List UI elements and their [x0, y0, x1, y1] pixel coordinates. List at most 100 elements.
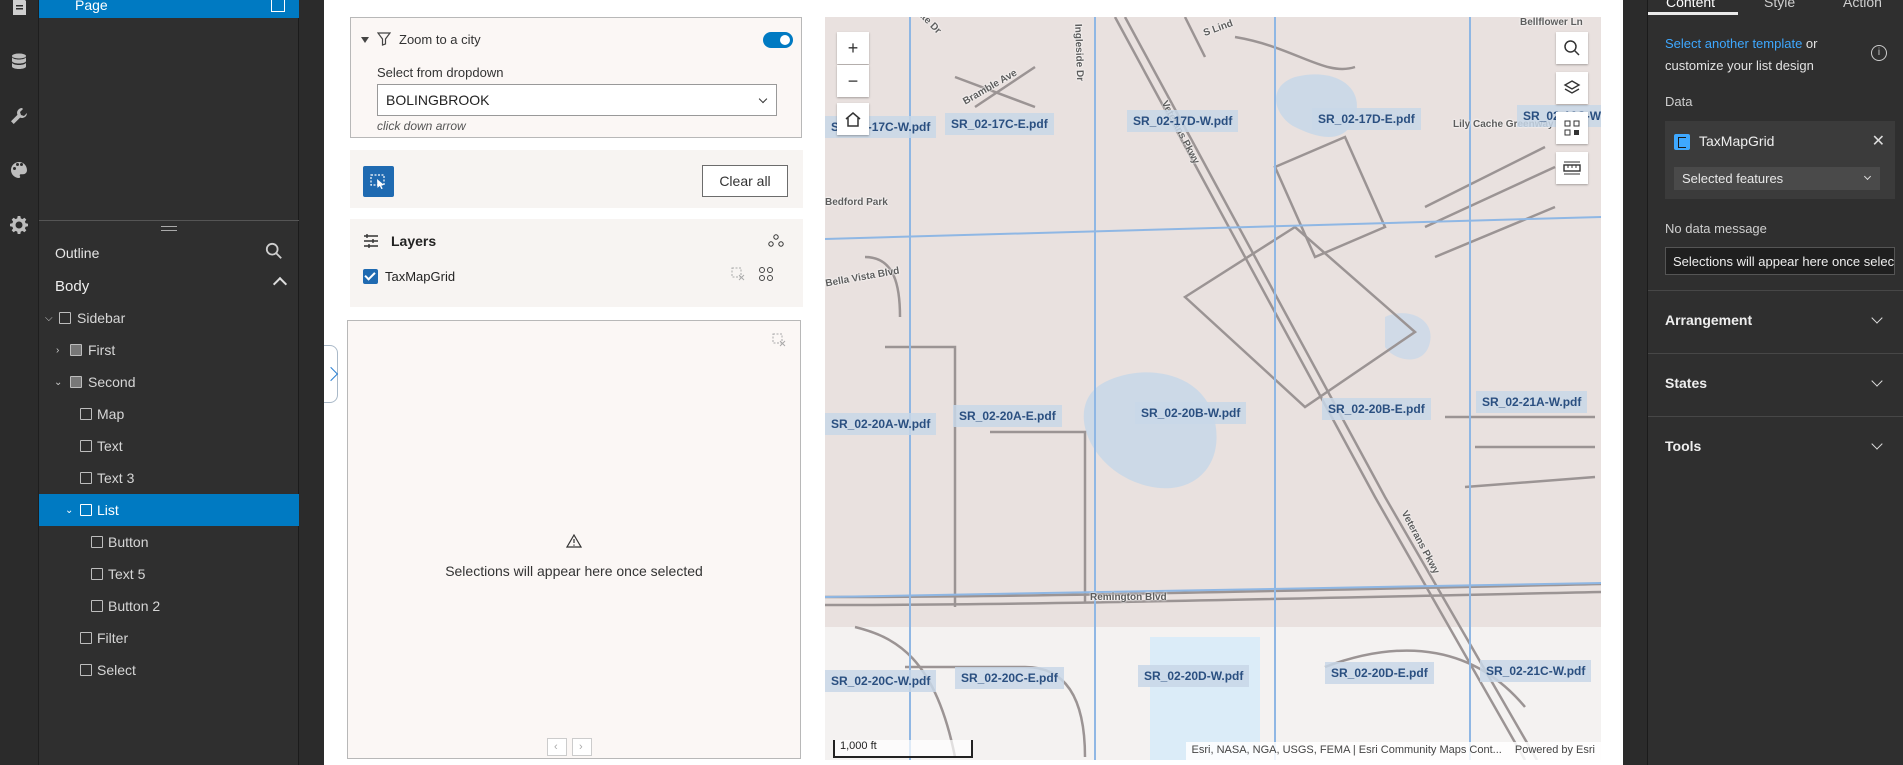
palette-icon[interactable] — [5, 156, 33, 184]
street-label: Ingleside Dr — [1072, 23, 1086, 82]
list-icon — [80, 504, 92, 516]
tab-style[interactable]: Style — [1764, 0, 1795, 10]
tree-item-filter[interactable]: Filter — [39, 622, 299, 654]
resize-handle[interactable] — [161, 226, 177, 231]
layer-checkbox[interactable] — [363, 269, 378, 284]
page-outline-panel: Page Outline Body ⌵ Sidebar › First ⌄ Se… — [39, 0, 299, 765]
tile-label: SR_02-20C-E.pdf — [955, 667, 1064, 689]
tree-item-map[interactable]: Map — [39, 398, 299, 430]
chevron-down-icon[interactable] — [1871, 312, 1883, 324]
tile-label: SR_02-20D-E.pdf — [1325, 662, 1434, 684]
filter-toggle[interactable] — [763, 32, 793, 48]
search-icon — [1564, 40, 1580, 56]
clear-selection-icon[interactable] — [731, 267, 745, 286]
info-icon[interactable]: i — [1871, 45, 1887, 61]
tree-item-text-5[interactable]: Text 5 — [39, 558, 299, 590]
canvas: Zoom to a city Select from dropdown BOLI… — [299, 0, 1647, 765]
select-hint: click down arrow — [377, 119, 466, 133]
layer-options-icon[interactable] — [767, 232, 785, 255]
layer-list-button[interactable] — [1556, 72, 1588, 104]
page-row[interactable]: Page — [39, 0, 299, 18]
layers-icon — [1563, 80, 1581, 94]
settings-panel: Content Style Action Select another temp… — [1647, 0, 1903, 765]
zoom-out-button[interactable]: − — [837, 65, 869, 97]
section-tools[interactable]: Tools — [1665, 438, 1701, 454]
collapse-triangle-icon[interactable] — [361, 37, 369, 43]
filter-icon — [376, 32, 392, 51]
measure-button[interactable] — [1556, 152, 1588, 184]
no-data-label: No data message — [1665, 221, 1767, 236]
tree-item-sidebar[interactable]: ⌵ Sidebar — [39, 302, 299, 334]
chevron-down-icon[interactable] — [1871, 438, 1883, 450]
prev-page-button[interactable]: ‹ — [547, 738, 567, 756]
tile-label: SR_02-20A-E.pdf — [953, 405, 1062, 427]
data-icon[interactable] — [5, 48, 33, 76]
data-label: Data — [1665, 94, 1693, 109]
clear-all-button[interactable]: Clear all — [702, 165, 788, 197]
plus-icon: + — [847, 37, 859, 58]
map-search-button[interactable] — [1556, 32, 1588, 64]
tree-item-button[interactable]: Button — [39, 526, 299, 558]
datasource-card: TaxMapGrid ✕ Selected features — [1665, 121, 1895, 199]
minus-icon: − — [847, 70, 859, 91]
tree-item-select[interactable]: Select — [39, 654, 299, 686]
search-icon[interactable] — [265, 242, 283, 265]
warning-icon — [565, 533, 583, 553]
page-icon[interactable] — [5, 0, 33, 20]
select-features-button[interactable] — [1556, 112, 1588, 144]
section-states[interactable]: States — [1665, 375, 1707, 391]
collapse-icon[interactable] — [272, 276, 288, 292]
section-divider — [1648, 353, 1903, 354]
outline-body[interactable]: Body — [39, 270, 299, 302]
filter-widget: Zoom to a city Select from dropdown BOLI… — [350, 17, 802, 138]
tile-label: SR_02-20A-W.pdf — [825, 413, 937, 435]
tile-label: SR_02-17C-E.pdf — [945, 113, 1054, 135]
home-button[interactable] — [837, 103, 869, 135]
button-icon — [91, 536, 103, 548]
tab-content[interactable]: Content — [1666, 0, 1715, 10]
chevron-down-icon[interactable]: ⌄ — [54, 377, 62, 388]
outline-title: Outline — [55, 245, 100, 261]
no-data-input[interactable]: Selections will appear here once selecte… — [1665, 247, 1895, 275]
tree-item-text[interactable]: Text — [39, 430, 299, 462]
layer-name: TaxMapGrid — [385, 269, 456, 284]
tile-label: SR_02-17D-W.pdf — [1127, 110, 1239, 132]
wrench-icon[interactable] — [5, 102, 33, 130]
scale-bar: 1,000 ft — [833, 740, 973, 758]
tree-item-second[interactable]: ⌄ Second — [39, 366, 299, 398]
tree-item-list[interactable]: ⌄ List — [39, 494, 299, 526]
select-template-link[interactable]: Select another template — [1665, 36, 1802, 51]
zoom-in-button[interactable]: + — [837, 32, 869, 64]
tree-item-first[interactable]: › First — [39, 334, 299, 366]
tree-item-text-3[interactable]: Text 3 — [39, 462, 299, 494]
chevron-down-icon[interactable]: ⌵ — [45, 313, 53, 324]
select-tool-button[interactable] — [363, 166, 394, 197]
city-select[interactable]: BOLINGBROOK — [377, 84, 777, 116]
chevron-down-icon[interactable] — [758, 94, 768, 104]
sidebar-toggle[interactable] — [324, 345, 338, 403]
chevron-down-icon[interactable]: ⌄ — [65, 505, 73, 516]
chevron-down-icon[interactable] — [1871, 375, 1883, 387]
section-icon — [70, 344, 82, 356]
chevron-right-icon[interactable]: › — [56, 345, 59, 356]
button-icon — [91, 600, 103, 612]
text-icon — [80, 472, 92, 484]
clear-selection-icon[interactable] — [772, 333, 786, 352]
measure-icon — [1563, 161, 1581, 175]
panel-divider — [39, 220, 299, 221]
filter-title: Zoom to a city — [399, 32, 481, 47]
template-intro: Select another template or customize you… — [1665, 33, 1875, 77]
layers-widget: Layers TaxMapGrid — [350, 219, 803, 307]
close-icon[interactable]: ✕ — [1872, 131, 1885, 151]
attribution-text: Esri, NASA, NGA, USGS, FEMA | Esri Commu… — [1191, 744, 1502, 756]
layer-actions-icon[interactable] — [758, 266, 774, 287]
datasource-view-select[interactable]: Selected features — [1674, 167, 1880, 190]
gear-icon[interactable] — [5, 211, 33, 239]
chevron-left-icon: ‹ — [554, 741, 558, 753]
tab-action[interactable]: Action — [1843, 0, 1882, 10]
tree-item-button-2[interactable]: Button 2 — [39, 590, 299, 622]
next-page-button[interactable]: › — [572, 738, 592, 756]
map-widget[interactable]: Bellflower Ln S Lind Bramble Ave Inglesi… — [825, 17, 1601, 760]
section-arrangement[interactable]: Arrangement — [1665, 312, 1752, 328]
left-rail — [0, 0, 39, 765]
